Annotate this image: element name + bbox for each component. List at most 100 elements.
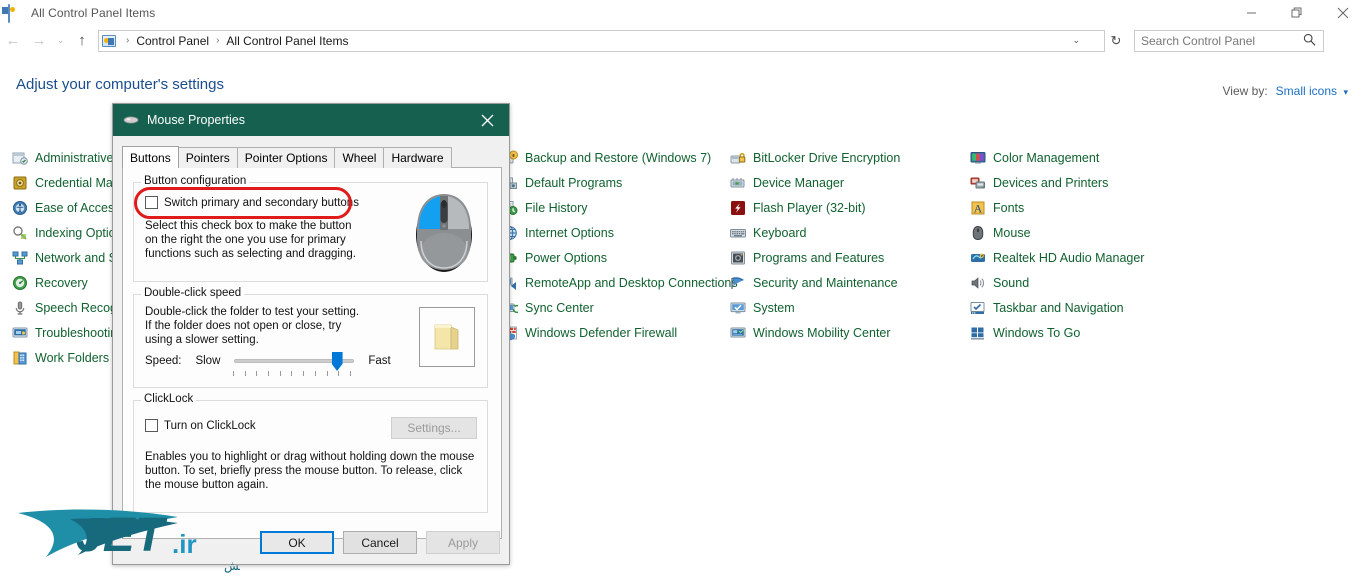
view-by-value[interactable]: Small icons <box>1276 84 1337 98</box>
tab-buttons[interactable]: Buttons <box>122 146 179 168</box>
slider-tick <box>349 371 351 376</box>
minimize-icon[interactable] <box>1228 0 1274 25</box>
ease-of-access-icon <box>12 200 28 216</box>
view-by-value-group[interactable]: Small icons ▾ <box>1276 82 1348 100</box>
view-by-control[interactable]: View by: Small icons ▾ <box>1223 82 1348 100</box>
control-panel-item[interactable]: BitLocker Drive Encryption <box>730 145 960 170</box>
control-panel-item[interactable]: Default Programs <box>502 170 732 195</box>
mobility-center-icon <box>730 325 746 341</box>
control-panel-item[interactable]: Flash Player (32-bit) <box>730 195 960 220</box>
switch-buttons-checkbox-row[interactable]: Switch primary and secondary buttons <box>145 196 359 209</box>
search-box[interactable] <box>1134 29 1324 52</box>
breadcrumb-all-control-panel-items[interactable]: All Control Panel Items <box>225 34 349 48</box>
control-panel-item[interactable]: Power Options <box>502 245 732 270</box>
control-panel-item[interactable]: Keyboard <box>730 220 960 245</box>
control-panel-item[interactable]: Internet Options <box>502 220 732 245</box>
address-bar[interactable]: › Control Panel › All Control Panel Item… <box>98 29 1105 52</box>
control-panel-item-label: Internet Options <box>525 225 614 240</box>
control-panel-item-label: Windows Defender Firewall <box>525 325 678 340</box>
clicklock-description: Enables you to highlight or drag without… <box>145 451 475 491</box>
slider-tick <box>303 371 305 376</box>
double-click-description: Double-click the folder to test your set… <box>145 306 360 346</box>
svg-text:A: A <box>974 201 983 215</box>
control-panel-item-label: RemoteApp and Desktop Connections <box>525 275 738 290</box>
control-panel-item[interactable]: Sync Center <box>502 295 732 320</box>
switch-buttons-checkbox[interactable] <box>145 196 158 209</box>
credential-manager-icon <box>12 175 28 191</box>
security-maintenance-icon <box>730 275 746 291</box>
tab-pointers[interactable]: Pointers <box>177 147 238 168</box>
search-input[interactable] <box>1141 33 1301 48</box>
mouse-illustration <box>413 191 475 278</box>
slider-tick <box>256 371 258 376</box>
control-panel-item[interactable]: Windows Defender Firewall <box>502 320 732 345</box>
administrative-tools-icon <box>12 150 28 166</box>
control-panel-item-label: Work Folders <box>35 350 110 365</box>
control-panel-item[interactable]: Taskbar and Navigation <box>970 295 1200 320</box>
control-panel-item[interactable]: Device Manager <box>730 170 960 195</box>
breadcrumb-control-panel[interactable]: Control Panel <box>135 34 210 48</box>
troubleshooting-icon <box>12 325 28 341</box>
control-panel-item[interactable]: Mouse <box>970 220 1200 245</box>
dialog-tabs: Buttons Pointers Pointer Options Wheel Hardw… <box>122 146 452 168</box>
double-click-speed-slider-row[interactable]: Speed: Slow Fast <box>145 352 391 371</box>
tab-wheel[interactable]: Wheel <box>334 147 385 168</box>
address-dropdown-icon[interactable]: ⌄ <box>1072 35 1080 46</box>
slider-tick <box>338 371 340 376</box>
speech-recognition-icon <box>12 300 28 316</box>
address-bar-row: ← → ⌄ ↑ › Control Panel › All Control Pa… <box>0 25 1366 56</box>
recovery-icon <box>12 275 28 291</box>
control-panel-item[interactable]: Security and Maintenance <box>730 270 960 295</box>
folder-icon <box>434 324 459 350</box>
flash-player-icon <box>730 200 746 216</box>
control-panel-item[interactable]: A Fonts <box>970 195 1200 220</box>
tab-hardware[interactable]: Hardware <box>383 147 452 168</box>
clicklock-settings-button[interactable]: Settings... <box>391 417 477 439</box>
control-panel-item-label: Keyboard <box>753 225 807 240</box>
forward-icon[interactable]: → <box>26 28 52 54</box>
chevron-down-icon[interactable]: ▾ <box>1343 87 1348 97</box>
close-icon[interactable] <box>1320 0 1366 25</box>
items-column-3: BitLocker Drive Encryption Device Manager… <box>730 145 960 345</box>
control-panel-item[interactable]: Sound <box>970 270 1200 295</box>
speed-slider-track[interactable] <box>234 352 355 371</box>
clicklock-checkbox-row[interactable]: Turn on ClickLock <box>145 419 256 432</box>
control-panel-item[interactable]: Realtek HD Audio Manager <box>970 245 1200 270</box>
clicklock-checkbox[interactable] <box>145 419 158 432</box>
control-panel-item[interactable]: Windows To Go <box>970 320 1200 345</box>
control-panel-item-label: Taskbar and Navigation <box>993 300 1124 315</box>
control-panel-item[interactable]: Devices and Printers <box>970 170 1200 195</box>
clicklock-label: Turn on ClickLock <box>164 419 256 432</box>
speed-slider-thumb[interactable] <box>331 352 343 371</box>
control-panel-item-label: BitLocker Drive Encryption <box>753 150 901 165</box>
control-panel-item[interactable]: Windows Mobility Center <box>730 320 960 345</box>
restore-icon[interactable] <box>1274 0 1320 25</box>
dialog-close-icon[interactable] <box>465 104 509 136</box>
device-manager-icon <box>730 175 746 191</box>
bitlocker-icon <box>730 150 746 166</box>
page-title: Adjust your computer's settings <box>16 76 224 93</box>
apply-button[interactable]: Apply <box>426 531 500 554</box>
search-icon[interactable] <box>1303 33 1316 49</box>
control-panel-item[interactable]: Color Management <box>970 145 1200 170</box>
control-panel-item[interactable]: File History <box>502 195 732 220</box>
control-panel-item-label: Device Manager <box>753 175 845 190</box>
double-click-test-area[interactable] <box>419 307 475 367</box>
double-click-speed-group: Double-click speed Double-click the fold… <box>133 287 488 388</box>
control-panel-item[interactable]: Programs and Features <box>730 245 960 270</box>
tab-pointer-options[interactable]: Pointer Options <box>236 147 336 168</box>
ok-button[interactable]: OK <box>260 531 334 554</box>
control-panel-item[interactable]: RemoteApp and Desktop Connections <box>502 270 738 295</box>
control-panel-item-label: Security and Maintenance <box>753 275 898 290</box>
refresh-icon[interactable]: ↻ <box>1105 30 1127 52</box>
button-configuration-title: Button configuration <box>141 175 250 187</box>
control-panel-item[interactable]: Backup and Restore (Windows 7) <box>502 145 732 170</box>
back-icon[interactable]: ← <box>0 28 26 54</box>
recent-locations-icon[interactable]: ⌄ <box>52 35 69 46</box>
up-icon[interactable]: ↑ <box>69 28 95 54</box>
slow-label: Slow <box>195 355 221 367</box>
address-control-panel-icon <box>102 34 116 47</box>
control-panel-item[interactable]: System <box>730 295 960 320</box>
cancel-button[interactable]: Cancel <box>343 531 417 554</box>
slider-tick <box>326 371 328 376</box>
